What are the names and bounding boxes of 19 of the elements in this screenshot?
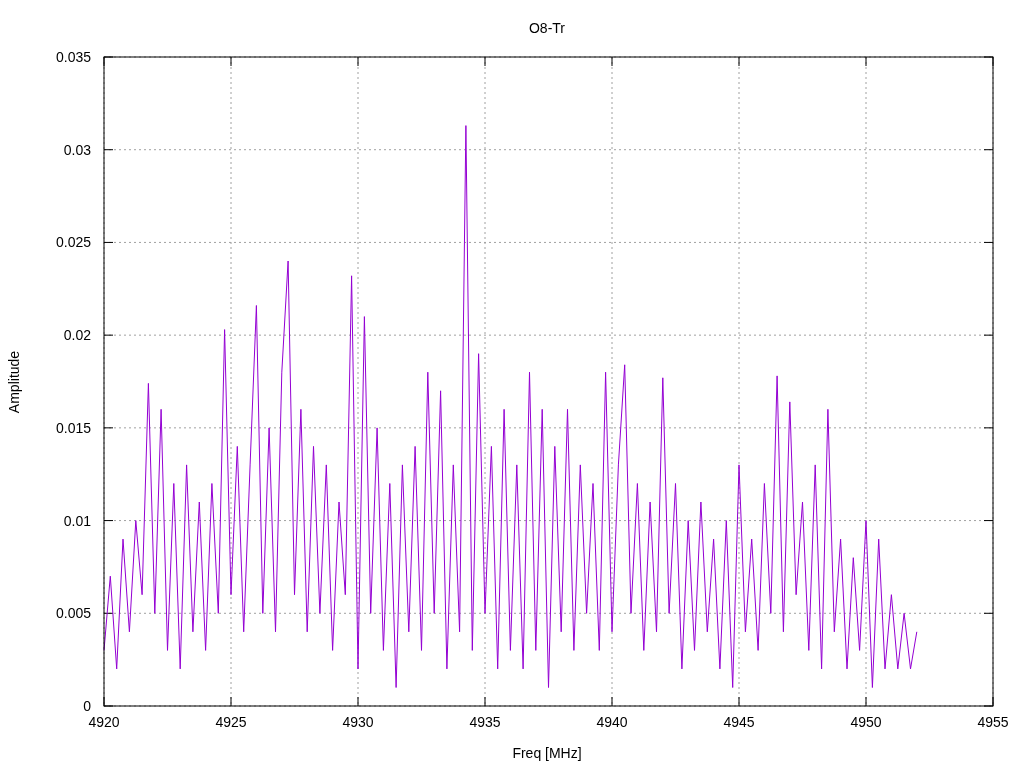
x-tick-label: 4925 (215, 714, 247, 730)
x-tick-label: 4940 (596, 714, 628, 730)
x-tick-label: 4920 (88, 714, 120, 730)
x-tick-label: 4950 (850, 714, 882, 730)
y-tick-label: 0.005 (55, 605, 91, 622)
y-tick-label: 0.02 (63, 327, 91, 344)
y-tick-label: 0 (83, 698, 91, 714)
y-tick-label: 0.03 (63, 141, 91, 158)
y-tick-label: 0.01 (63, 512, 91, 529)
x-tick-label: 4930 (342, 714, 374, 730)
x-axis-label: Freq [MHz] (512, 745, 582, 761)
y-tick-label: 0.025 (55, 234, 91, 251)
chart-title: O8-Tr (529, 20, 565, 36)
y-tick-label: 0.015 (55, 419, 91, 436)
y-tick-label: 0.035 (55, 49, 91, 65)
x-tick-label: 4945 (723, 714, 755, 730)
x-tick-label: 4935 (469, 714, 501, 730)
y-axis-label: Amplitude (6, 350, 22, 414)
x-tick-label: 4955 (977, 714, 1009, 730)
